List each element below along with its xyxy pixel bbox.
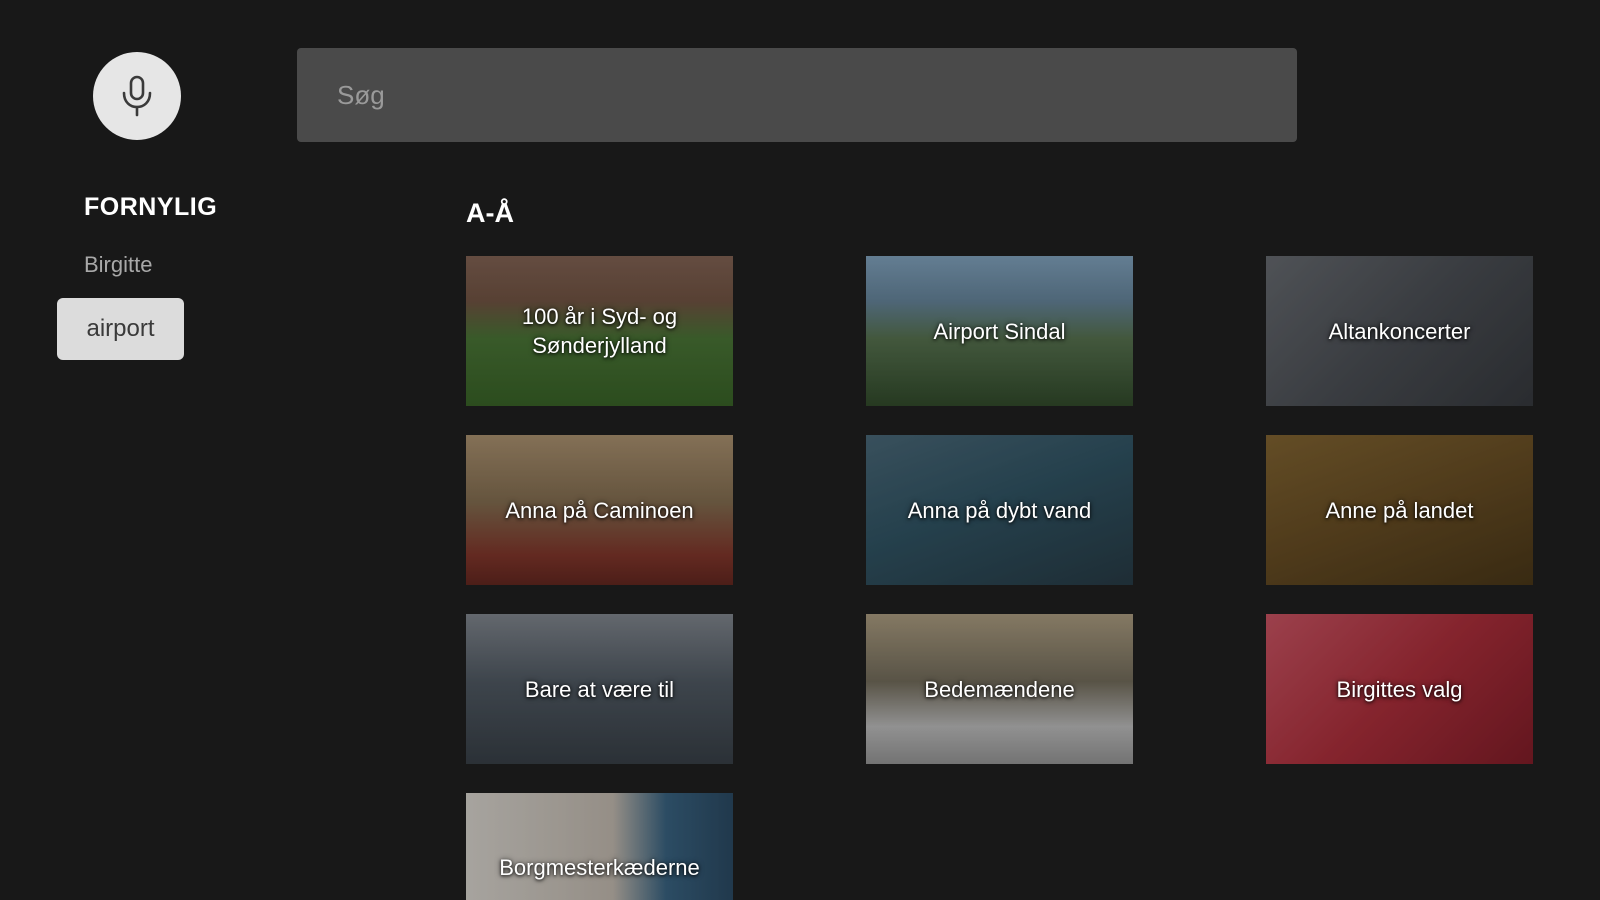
program-tile-airport-sindal[interactable]: Airport Sindal	[866, 256, 1133, 406]
program-tile-bedemaendene[interactable]: Bedemændene	[866, 614, 1133, 764]
program-tile-label: Anna på dybt vand	[907, 497, 1092, 523]
program-tile-label: Bedemændene	[924, 676, 1075, 702]
program-tile-label: 100 år i Syd- og Sønderjylland	[521, 304, 678, 358]
program-tile-label: Borgmesterkæderne	[499, 855, 700, 880]
microphone-icon	[122, 75, 152, 117]
program-tile-anna-paa-dybt-vand[interactable]: Anna på dybt vand	[866, 435, 1133, 585]
program-tile-label: Altankoncerter	[1328, 318, 1471, 344]
program-tile-label: Anne på landet	[1325, 497, 1474, 523]
results-section-title: A-Å	[466, 198, 514, 228]
program-tile-label: Anna på Caminoen	[505, 497, 694, 523]
program-tile-100-aar[interactable]: 100 år i Syd- og Sønderjylland	[466, 256, 733, 406]
program-tile-borgmesterkaederne[interactable]: Borgmesterkæderne	[466, 793, 733, 900]
recent-search-item-birgitte[interactable]: Birgitte	[84, 252, 152, 278]
search-bar[interactable]	[297, 48, 1297, 142]
program-tile-altankoncerter[interactable]: Altankoncerter	[1266, 256, 1533, 406]
voice-search-button[interactable]	[93, 52, 181, 140]
program-tile-anna-paa-caminoen[interactable]: Anna på Caminoen	[466, 435, 733, 585]
program-tile-label: Bare at være til	[524, 676, 675, 702]
recent-search-item-airport[interactable]: airport	[57, 298, 184, 360]
search-input[interactable]	[337, 79, 1297, 111]
program-tile-birgittes-valg[interactable]: Birgittes valg	[1266, 614, 1533, 764]
recent-searches-heading: FORNYLIG	[84, 193, 218, 221]
program-tile-label: Birgittes valg	[1336, 676, 1463, 702]
program-tile-anne-paa-landet[interactable]: Anne på landet	[1266, 435, 1533, 585]
program-tile-bare-at-vaere-til[interactable]: Bare at være til	[466, 614, 733, 764]
program-tile-label: Airport Sindal	[933, 318, 1066, 344]
